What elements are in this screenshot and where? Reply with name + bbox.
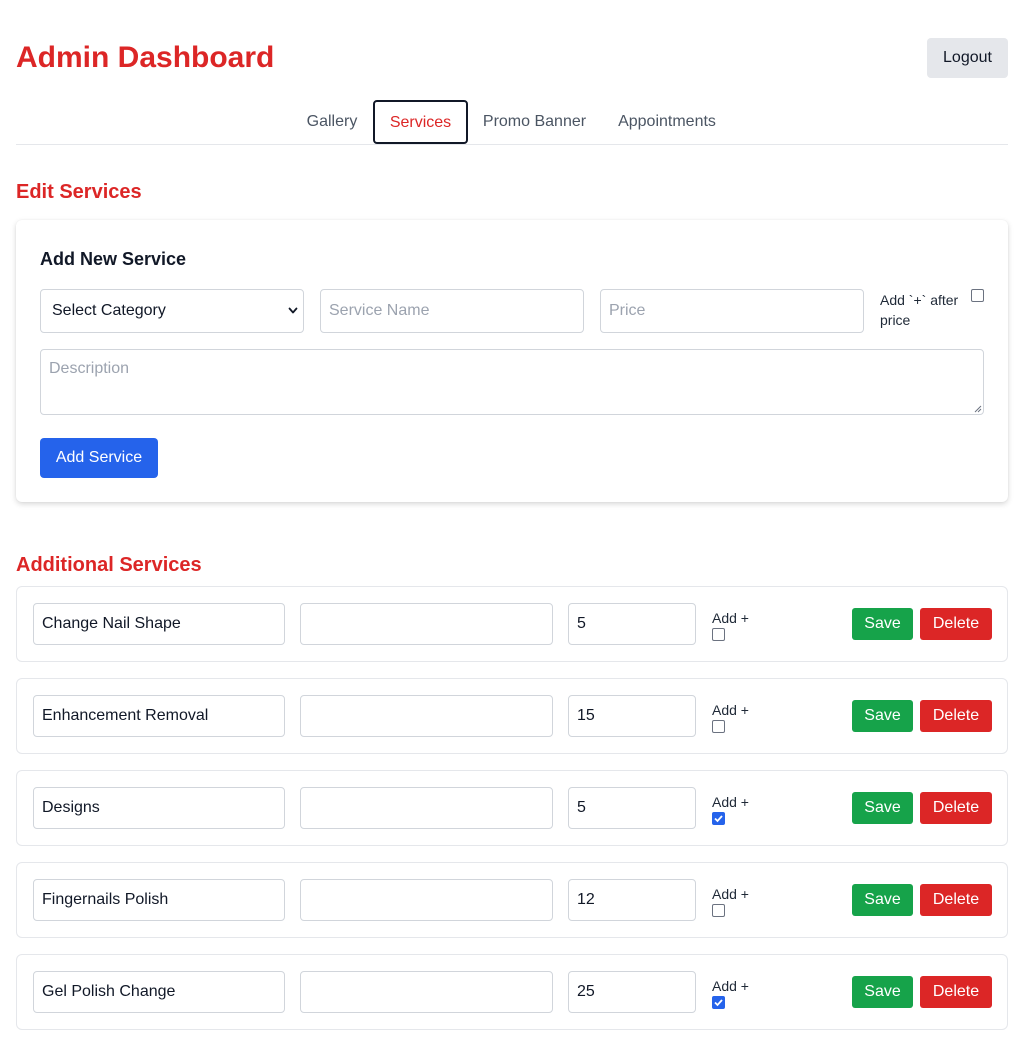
edit-services-heading: Edit Services: [16, 181, 142, 203]
service-price-field[interactable]: [568, 695, 696, 737]
add-plus-checkbox[interactable]: [712, 812, 725, 825]
add-plus-checkbox[interactable]: [712, 996, 725, 1009]
page-header: Admin Dashboard Logout: [16, 38, 1008, 78]
add-plus-label: Add +: [712, 702, 749, 718]
chevron-down-icon: [288, 307, 298, 314]
page-title: Admin Dashboard: [16, 41, 275, 74]
additional-services-heading: Additional Services: [16, 554, 202, 576]
delete-button[interactable]: Delete: [920, 608, 992, 640]
category-select-value: Select Category: [52, 302, 166, 319]
price-input[interactable]: [600, 289, 864, 333]
service-price-field[interactable]: [568, 603, 696, 645]
tab-gallery[interactable]: Gallery: [294, 100, 370, 144]
add-plus-checkbox[interactable]: [712, 904, 725, 917]
service-description-field[interactable]: [300, 971, 553, 1013]
service-price-field[interactable]: [568, 971, 696, 1013]
plus-after-price-checkbox[interactable]: [971, 289, 984, 302]
logout-button[interactable]: Logout: [927, 38, 1008, 78]
service-name-field[interactable]: [33, 695, 285, 737]
category-select[interactable]: Select Category: [40, 289, 304, 333]
service-name-field[interactable]: [33, 971, 285, 1013]
save-button[interactable]: Save: [852, 792, 913, 824]
save-button[interactable]: Save: [852, 884, 913, 916]
service-name-field[interactable]: [33, 787, 285, 829]
service-row: Add + SaveDelete: [16, 954, 1008, 1030]
service-row: Add + SaveDelete: [16, 770, 1008, 846]
resize-handle-icon[interactable]: [974, 405, 982, 413]
service-name-field[interactable]: [33, 879, 285, 921]
add-plus-label: Add +: [712, 886, 749, 902]
service-name-field[interactable]: [33, 603, 285, 645]
checkmark-icon: [714, 815, 723, 823]
add-plus-checkbox[interactable]: [712, 720, 725, 733]
add-service-card: Add New Service Select Category Add `+` …: [16, 220, 1008, 502]
add-service-button[interactable]: Add Service: [40, 438, 158, 478]
add-plus-checkbox[interactable]: [712, 628, 725, 641]
save-button[interactable]: Save: [852, 976, 913, 1008]
add-service-heading: Add New Service: [40, 249, 187, 269]
service-name-input[interactable]: [320, 289, 584, 333]
service-description-field[interactable]: [300, 787, 553, 829]
tab-promo-banner[interactable]: Promo Banner: [474, 100, 595, 144]
description-textarea[interactable]: [40, 349, 984, 415]
add-plus-label: Add +: [712, 978, 749, 994]
delete-button[interactable]: Delete: [920, 976, 992, 1008]
service-row: Add + SaveDelete: [16, 678, 1008, 754]
service-price-field[interactable]: [568, 787, 696, 829]
service-description-field[interactable]: [300, 879, 553, 921]
delete-button[interactable]: Delete: [920, 884, 992, 916]
service-description-field[interactable]: [300, 603, 553, 645]
add-plus-label: Add +: [712, 794, 749, 810]
add-plus-label: Add +: [712, 610, 749, 626]
save-button[interactable]: Save: [852, 608, 913, 640]
save-button[interactable]: Save: [852, 700, 913, 732]
delete-button[interactable]: Delete: [920, 700, 992, 732]
tab-bar: Gallery Services Promo Banner Appointmen…: [16, 100, 1008, 145]
delete-button[interactable]: Delete: [920, 792, 992, 824]
service-row: Add + SaveDelete: [16, 862, 1008, 938]
service-description-field[interactable]: [300, 695, 553, 737]
checkmark-icon: [714, 999, 723, 1007]
service-price-field[interactable]: [568, 879, 696, 921]
plus-after-price-label: Add `+` after price: [880, 292, 959, 328]
tab-services[interactable]: Services: [373, 100, 468, 144]
service-row: Add + SaveDelete: [16, 586, 1008, 662]
tab-appointments[interactable]: Appointments: [605, 100, 729, 144]
